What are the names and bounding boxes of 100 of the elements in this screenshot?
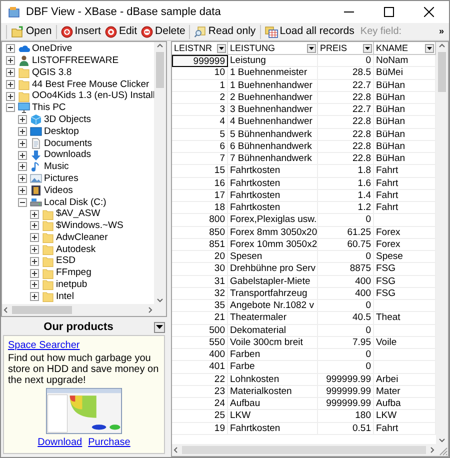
vertical-scrollbar[interactable] xyxy=(436,42,448,444)
collapse-box-icon[interactable] xyxy=(6,103,15,112)
maximize-icon xyxy=(384,7,394,17)
toolbar-button[interactable]: Read only xyxy=(192,24,258,40)
column-filter-button[interactable] xyxy=(425,44,434,52)
tree-item[interactable]: Pictures xyxy=(44,174,78,184)
panel-dropdown-button[interactable] xyxy=(154,322,165,332)
tree-item[interactable]: 3D Objects xyxy=(44,114,91,124)
table-cell: 500 xyxy=(172,324,228,337)
table-cell: 851 xyxy=(172,238,228,251)
tree-item[interactable]: AdwCleaner xyxy=(56,232,108,242)
plus-icon xyxy=(31,234,38,242)
horizontal-scrollbar[interactable] xyxy=(2,304,166,316)
folder-icon xyxy=(18,90,30,102)
table-cell: Farbe xyxy=(228,361,318,374)
expand-box-icon[interactable] xyxy=(30,268,39,278)
expand-box-icon[interactable] xyxy=(6,68,15,77)
toolbar-button[interactable]: Load all records xyxy=(262,24,356,40)
plus-icon xyxy=(31,270,38,277)
table-cell: 0 xyxy=(318,214,374,226)
product-link[interactable]: Space Searcher xyxy=(8,338,80,353)
expand-box-icon[interactable] xyxy=(6,92,15,101)
table-cell: Fahrtkosten xyxy=(228,165,318,178)
expand-box-icon[interactable] xyxy=(18,150,27,160)
column-header[interactable]: LEISTNR xyxy=(172,42,228,55)
expand-box-icon[interactable] xyxy=(18,174,27,184)
product-action-link[interactable]: Download xyxy=(38,435,82,450)
table-cell: 8875 xyxy=(318,263,374,276)
tree-item[interactable]: This PC xyxy=(32,103,66,113)
toolbar-overflow-button[interactable]: » xyxy=(436,24,446,38)
dropdown-triangle-icon xyxy=(156,324,163,330)
tree-item[interactable]: inetpub xyxy=(56,280,88,290)
tree-item[interactable]: Documents xyxy=(44,138,92,148)
tree-item[interactable]: Intel xyxy=(56,292,74,302)
window-title: DBF View - XBase - dBase sample data xyxy=(26,4,221,20)
expand-box-icon[interactable] xyxy=(18,186,27,195)
scrollbar-thumb[interactable] xyxy=(438,52,446,92)
toolbar-button[interactable]: Open xyxy=(9,24,54,40)
tree-item[interactable]: 44 Best Free Mouse Clicker xyxy=(32,80,150,90)
expand-box-icon[interactable] xyxy=(30,280,39,290)
tree-item[interactable]: Downloads xyxy=(44,150,91,160)
expand-box-icon[interactable] xyxy=(18,138,27,148)
table-cell: 400 xyxy=(172,349,228,362)
scrollbar-thumb[interactable] xyxy=(156,52,164,88)
expand-box-icon[interactable] xyxy=(30,233,39,242)
document-icon xyxy=(30,138,42,149)
plus-icon xyxy=(31,210,38,218)
table-cell: 0 xyxy=(318,251,374,264)
table-cell: 18 xyxy=(172,202,228,214)
close-icon xyxy=(424,7,434,17)
expand-box-icon[interactable] xyxy=(6,44,15,54)
tree-item[interactable]: Autodesk xyxy=(56,244,96,254)
product-action-link[interactable]: Purchase xyxy=(88,435,130,450)
table-cell: 2 Buehnenhandwer xyxy=(228,92,318,104)
tree-item[interactable]: $AV_ASW xyxy=(56,209,100,219)
vertical-scrollbar[interactable] xyxy=(154,42,166,304)
table-cell: 60.75 xyxy=(318,238,374,251)
expand-box-icon[interactable] xyxy=(30,210,39,219)
tree-item[interactable]: ESD xyxy=(56,256,76,266)
expand-box-icon[interactable] xyxy=(18,162,27,172)
column-header[interactable]: PREIS xyxy=(318,42,374,55)
expand-box-icon[interactable] xyxy=(6,80,15,89)
column-header[interactable]: LEISTUNG xyxy=(228,42,318,55)
tree-item[interactable]: OOo4Kids 1.3 (en-US) Install xyxy=(32,91,154,101)
tree-item[interactable]: Music xyxy=(44,162,69,172)
toolbar-button[interactable]: Insert xyxy=(58,24,103,40)
toolbar-button[interactable]: Edit xyxy=(102,24,140,40)
table-cell: Angebote Nr.1082 v xyxy=(228,300,318,312)
expand-box-icon[interactable] xyxy=(30,221,39,230)
toolbar-button[interactable]: Delete xyxy=(139,24,188,40)
expand-box-icon[interactable] xyxy=(30,292,39,302)
collapse-box-icon[interactable] xyxy=(18,198,27,207)
table-cell: 850 xyxy=(172,226,228,239)
scrollbar-thumb[interactable] xyxy=(12,306,72,314)
tree-item[interactable]: Videos xyxy=(44,186,73,196)
expand-box-icon[interactable] xyxy=(30,244,39,254)
column-filter-button[interactable] xyxy=(217,44,226,52)
table-cell: 22.8 xyxy=(318,128,374,141)
expand-box-icon[interactable] xyxy=(18,115,27,124)
tree-item[interactable]: QGIS 3.8 xyxy=(32,68,72,78)
tree-item[interactable]: LISTOFFREEWARE xyxy=(32,56,119,66)
table-cell: 1.8 xyxy=(318,165,374,178)
expand-box-icon[interactable] xyxy=(18,126,27,136)
table-cell: 40.5 xyxy=(318,312,374,324)
cube-icon xyxy=(30,114,42,126)
table-cell: Voile 300cm breit xyxy=(228,336,318,349)
tree-item[interactable]: FFmpeg xyxy=(56,268,92,278)
table-cell: Forex 10mm 3050x2 xyxy=(228,238,318,251)
horizontal-scrollbar[interactable] xyxy=(172,444,448,456)
tree-item[interactable]: OneDrive xyxy=(32,44,72,54)
table-cell: Fahrtkosten xyxy=(228,202,318,214)
tree-item[interactable]: Desktop xyxy=(44,126,79,136)
expand-box-icon[interactable] xyxy=(6,56,15,66)
tree-item[interactable]: Local Disk (C:) xyxy=(44,198,106,207)
column-filter-button[interactable] xyxy=(363,44,372,52)
tree-item[interactable]: $Windows.~WS xyxy=(56,221,124,231)
column-filter-button[interactable] xyxy=(307,44,316,52)
expand-box-icon[interactable] xyxy=(30,256,39,266)
plus-icon xyxy=(7,92,14,100)
column-header[interactable]: KNAME xyxy=(374,42,436,55)
